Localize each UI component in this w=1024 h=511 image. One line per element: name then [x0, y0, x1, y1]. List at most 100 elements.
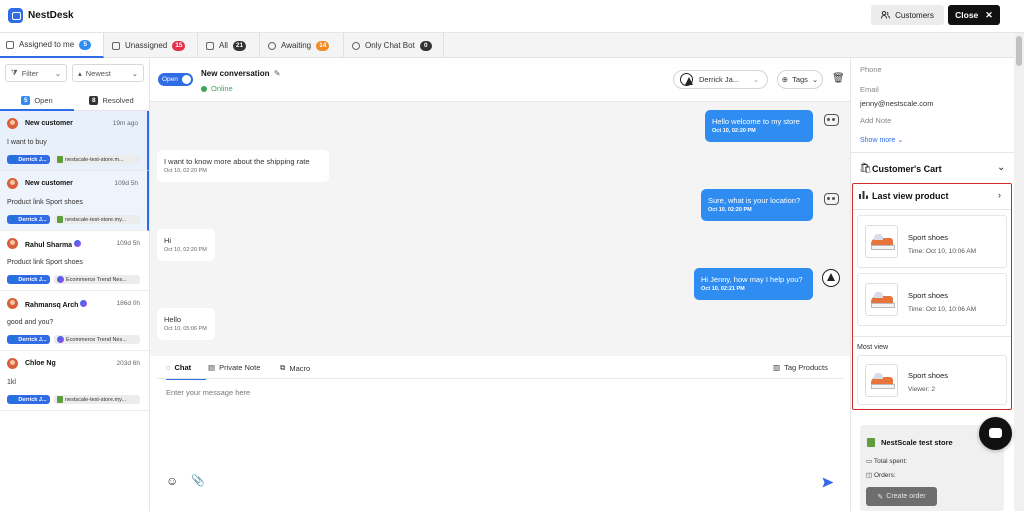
- total-spent-label: Total spent:: [873, 458, 908, 465]
- send-icon[interactable]: [822, 477, 834, 490]
- avatar: [7, 298, 18, 309]
- store-badge: nestscale-test-store.m...: [54, 155, 140, 164]
- customers-button[interactable]: Customers: [871, 5, 944, 25]
- conversation-item[interactable]: New customer 19m ago I want to buy 👤 Der…: [0, 111, 149, 171]
- conversation-item[interactable]: Rahmansq Arch 186d 0h good and you? 👤 De…: [0, 291, 149, 351]
- trash-icon[interactable]: 🗑: [832, 73, 845, 84]
- avatar: [7, 118, 18, 129]
- customer-name-text: Rahul Sharma: [25, 242, 73, 249]
- message-text: Hi: [164, 236, 172, 245]
- tab-count-badge: 21: [232, 40, 247, 51]
- create-order-button[interactable]: ✎ Create order: [866, 487, 937, 506]
- product-name: Sport shoes: [908, 291, 949, 300]
- total-spent-row: ▭ Total spent:: [866, 457, 907, 465]
- composer-tab-private-note[interactable]: ▤ Private Note: [208, 363, 260, 372]
- conversation-item[interactable]: Rahul Sharma 109d 5h Product link Sport …: [0, 231, 149, 291]
- tab-all[interactable]: All 21: [198, 33, 260, 58]
- tab-awaiting[interactable]: Awaiting 14: [260, 33, 344, 58]
- show-more-link[interactable]: Show more ⌄: [860, 136, 903, 144]
- chat-bot-icon: [824, 193, 839, 205]
- last-message: Product link Sport shoes: [7, 259, 83, 266]
- message-time: Oct 10, 02:20 PM: [708, 207, 752, 213]
- divider: [853, 336, 1011, 337]
- open-tab[interactable]: 5 Open: [0, 91, 74, 111]
- tag-products-button[interactable]: ▥ Tag Products: [773, 363, 828, 372]
- message-text: Hi Jenny, how may I help you?: [701, 275, 803, 284]
- customer-name: New customer: [25, 120, 73, 127]
- store-name: Ecommerce Trend Nes...: [66, 336, 127, 343]
- product-viewer-count: Viewer: 2: [908, 386, 935, 393]
- customer-name: Chloe Ng: [25, 360, 56, 367]
- tags-label: Tags: [792, 75, 808, 84]
- close-button[interactable]: Close ✕: [948, 5, 1000, 25]
- tags-dropdown[interactable]: ⊕ Tags ⌄: [777, 70, 823, 89]
- product-name: Sport shoes: [908, 371, 949, 380]
- scrollbar-thumb[interactable]: [1016, 36, 1022, 66]
- tab-only-chat-bot[interactable]: Only Chat Bot 0: [344, 33, 444, 58]
- tab-assigned-to-me[interactable]: Assigned to me 5: [0, 33, 104, 58]
- customer-name: New customer: [25, 180, 73, 187]
- tab-label: Chat: [174, 363, 192, 372]
- users-icon: [881, 11, 891, 19]
- conversation-title-text: New conversation: [201, 69, 270, 78]
- page-scrollbar[interactable]: [1014, 33, 1024, 511]
- tab-label: Unassigned: [125, 41, 168, 50]
- agent-badge: 👤 Derrick J...: [7, 215, 50, 224]
- messenger-icon: [80, 300, 88, 307]
- conversation-time: 19m ago: [112, 120, 138, 127]
- agent-assign-dropdown[interactable]: Derrick Ja... ⌄: [673, 70, 768, 89]
- open-status-toggle[interactable]: Open: [158, 73, 193, 86]
- conversation-item[interactable]: New customer 109d 5h Product link Sport …: [0, 171, 149, 231]
- tab-unassigned[interactable]: Unassigned 15: [104, 33, 198, 58]
- user-icon: 👤: [10, 336, 17, 343]
- filter-dropdown[interactable]: ⧩ Filter ⌄: [5, 64, 67, 82]
- sort-dropdown[interactable]: ▴ Newest ⌄: [72, 64, 144, 82]
- show-more-label: Show more: [860, 137, 896, 144]
- last-view-product-title[interactable]: Last view product: [872, 191, 949, 201]
- chat-bot-icon: [352, 41, 360, 50]
- last-message: I want to buy: [7, 139, 47, 146]
- chevron-down-icon: ⌄: [54, 68, 61, 78]
- open-count: 5: [21, 95, 31, 105]
- incoming-message: I want to know more about the shipping r…: [157, 150, 329, 182]
- note-icon: ▤: [208, 363, 216, 372]
- create-order-icon: ✎: [877, 493, 884, 501]
- agent-badge: 👤 Derrick J...: [7, 155, 50, 164]
- chevron-down-icon: ⌄: [752, 75, 759, 84]
- avatar: [7, 238, 18, 249]
- chevron-down-icon[interactable]: ⌄: [997, 162, 1005, 173]
- product-card[interactable]: Sport shoes Viewer: 2: [857, 355, 1007, 405]
- emoji-icon[interactable]: ☺: [166, 474, 178, 488]
- incoming-message: Hi Oct 10, 02:20 PM: [157, 229, 215, 261]
- user-icon: 👤: [10, 156, 17, 163]
- wallet-icon: ▭: [866, 458, 873, 465]
- phone-label: Phone: [860, 65, 882, 74]
- chevron-right-icon[interactable]: ›: [998, 190, 1001, 200]
- chevron-down-icon: ⌄: [811, 75, 819, 84]
- product-image: [865, 283, 898, 316]
- conversation-title: New conversation ✎: [201, 69, 281, 78]
- agent-name: Derrick J...: [18, 336, 47, 343]
- messenger-icon: [57, 336, 64, 343]
- message-input[interactable]: [166, 385, 766, 399]
- product-card[interactable]: Sport shoes Time: Oct 10, 10:06 AM: [857, 215, 1007, 268]
- conversation-item[interactable]: Chloe Ng 203d 6h 1kl 👤 Derrick J... nest…: [0, 351, 149, 411]
- product-view-time: Time: Oct 10, 10:06 AM: [908, 248, 977, 255]
- customers-cart-title[interactable]: Customer's Cart: [872, 164, 942, 174]
- product-card[interactable]: Sport shoes Time: Oct 10, 10:06 AM: [857, 273, 1007, 326]
- product-name: Sport shoes: [908, 233, 949, 242]
- add-note-field[interactable]: Add Note: [860, 116, 891, 125]
- edit-pencil-icon[interactable]: ✎: [274, 69, 281, 78]
- conversation-list-panel: ⧩ Filter ⌄ ▴ Newest ⌄ 5 Open 8 Resolved …: [0, 58, 150, 511]
- bag-icon: ◫: [866, 472, 873, 479]
- resolved-tab[interactable]: 8 Resolved: [74, 91, 149, 111]
- attachment-icon[interactable]: 📎: [191, 474, 205, 487]
- composer-tab-macro[interactable]: ⧉ Macro: [280, 363, 310, 373]
- chat-widget-icon[interactable]: [979, 417, 1012, 450]
- product-image: [865, 225, 898, 258]
- tab-count-badge: 15: [172, 40, 186, 51]
- agent-name: Derrick J...: [18, 396, 47, 403]
- chevron-down-icon: ⌄: [131, 68, 138, 78]
- message-time: Oct 10, 02:21 PM: [701, 286, 745, 292]
- sort-label: Newest: [85, 68, 111, 78]
